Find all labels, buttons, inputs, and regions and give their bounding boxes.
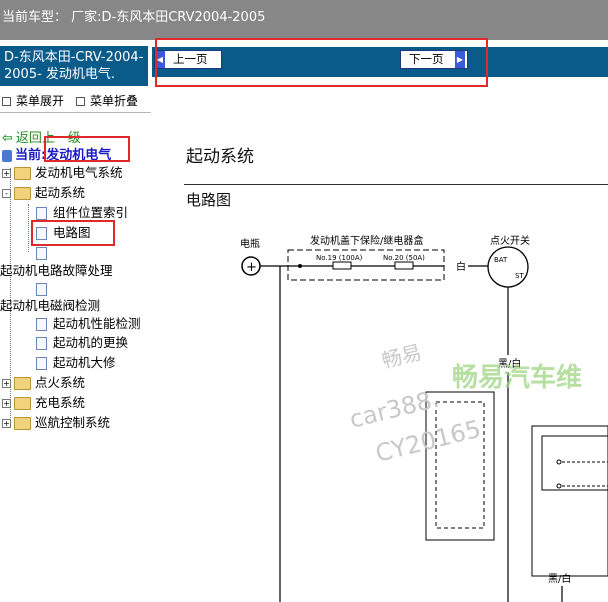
tree-item-ignition-system[interactable]: + 点火系统 — [2, 374, 85, 392]
fuse-box-label: 发动机盖下保险/继电器盒 — [310, 234, 423, 247]
fuse20-label: No.20 (50A) — [383, 254, 425, 262]
tree-label: 点火系统 — [35, 375, 86, 390]
tree-item-replace[interactable]: 起动机的更换 — [36, 334, 128, 352]
tree-label: 组件位置索引 — [53, 205, 129, 220]
current-icon — [2, 149, 12, 162]
tree-label: 起动机大修 — [53, 355, 116, 370]
page-title: 起动系统 — [186, 147, 254, 167]
document-icon — [36, 283, 47, 296]
folder-icon — [14, 397, 31, 410]
highlight-box — [155, 38, 488, 87]
expand-label: 菜单展开 — [16, 94, 65, 108]
ignition-switch-symbol — [487, 246, 529, 288]
tree-item-charging-system[interactable]: + 充电系统 — [2, 394, 85, 412]
fuse19-symbol — [332, 261, 352, 270]
collapse-menu-button[interactable]: 菜单折叠 — [76, 92, 138, 109]
wire-color-white: 白 — [456, 260, 466, 273]
document-icon — [36, 337, 47, 350]
tree-label: 起动系统 — [35, 185, 86, 200]
tree-item-starting-system[interactable]: - 起动系统 — [2, 184, 85, 202]
tree-label: 起动机性能检测 — [53, 316, 141, 331]
section-title: 电路图 — [186, 191, 232, 209]
highlight-box — [31, 220, 115, 246]
junction-dot — [298, 264, 302, 268]
content-pane: ◀ 上一页 下一页 ▶ 起动系统 电路图 电瓶 + 发动机盖下保险/继电器盒 No.… — [152, 38, 608, 602]
divider — [0, 112, 151, 113]
document-icon — [36, 318, 47, 331]
terminal — [556, 483, 562, 489]
highlight-box — [44, 136, 130, 162]
title-bar: 当前车型： 厂家:D-东风本田CRV2004-2005 — [0, 0, 608, 40]
folder-icon — [14, 377, 31, 390]
starter-box — [531, 425, 608, 577]
st-label: ST — [515, 272, 524, 280]
document-icon — [36, 207, 47, 220]
vehicle-model-label: 当前车型： 厂家:D-东风本田CRV2004-2005 — [2, 10, 266, 25]
tree-label: 充电系统 — [35, 395, 86, 410]
tree-item-fault-handling[interactable]: 起动机电路故障处理 — [0, 262, 113, 280]
expand-plus-icon: + — [2, 169, 11, 178]
collapse-minus-icon: - — [2, 189, 11, 198]
tree-item-engine-electrical-system[interactable]: + 发动机电气系统 — [2, 164, 123, 182]
ignition-switch-label: 点火开关 — [490, 234, 530, 247]
watermark-green: 畅易汽车维 — [452, 362, 582, 393]
tree-label: 起动机的更换 — [53, 335, 129, 350]
tree-item-performance-test[interactable]: 起动机性能检测 — [36, 315, 141, 333]
plus-icon: + — [246, 260, 257, 275]
tree-label: 起动机电磁阀检测 — [0, 298, 101, 313]
tree-item-overhaul[interactable]: 起动机大修 — [36, 354, 116, 372]
expand-menu-button[interactable]: 菜单展开 — [2, 92, 64, 109]
collapse-label: 菜单折叠 — [90, 94, 139, 108]
folder-icon — [14, 167, 31, 180]
folder-icon — [14, 417, 31, 430]
tree-line — [28, 204, 29, 252]
terminal — [556, 459, 562, 465]
tree-label: 发动机电气系统 — [35, 165, 123, 180]
collapse-icon — [76, 97, 85, 106]
tree-item-fault-doc[interactable] — [36, 280, 53, 298]
solenoid-box — [541, 435, 608, 491]
fuse20-symbol — [394, 261, 414, 270]
tree-item-blank[interactable] — [36, 244, 53, 262]
expand-plus-icon: + — [2, 379, 11, 388]
circuit-diagram: 电瓶 + 发动机盖下保险/继电器盒 No.19 (100A) No.20 (50… — [240, 234, 608, 602]
fuse19-label: No.19 (100A) — [316, 254, 363, 262]
sidebar-header: D-东风本田-CRV-2004-2005- 发动机电气. — [0, 46, 148, 86]
bat-label: BAT — [494, 256, 508, 264]
expand-plus-icon: + — [2, 419, 11, 428]
watermark-line1: 畅易 — [379, 340, 424, 373]
document-icon — [36, 357, 47, 370]
expand-icon — [2, 97, 11, 106]
folder-open-icon — [14, 187, 31, 200]
tree-item-cruise-control[interactable]: + 巡航控制系统 — [2, 414, 110, 432]
sidebar: D-东风本田-CRV-2004-2005- 发动机电气. 菜单展开 菜单折叠 ⇦… — [0, 40, 153, 602]
expand-plus-icon: + — [2, 399, 11, 408]
tree-label: 巡航控制系统 — [35, 415, 111, 430]
tree-item-solenoid-test[interactable]: 起动机电磁阀检测 — [0, 297, 100, 315]
title-rule — [184, 184, 608, 185]
wire-color-black-white-2: 黑/白 — [548, 572, 571, 585]
tree-label: 起动机电路故障处理 — [0, 263, 113, 278]
document-icon — [36, 247, 47, 260]
battery-label: 电瓶 — [240, 237, 260, 250]
